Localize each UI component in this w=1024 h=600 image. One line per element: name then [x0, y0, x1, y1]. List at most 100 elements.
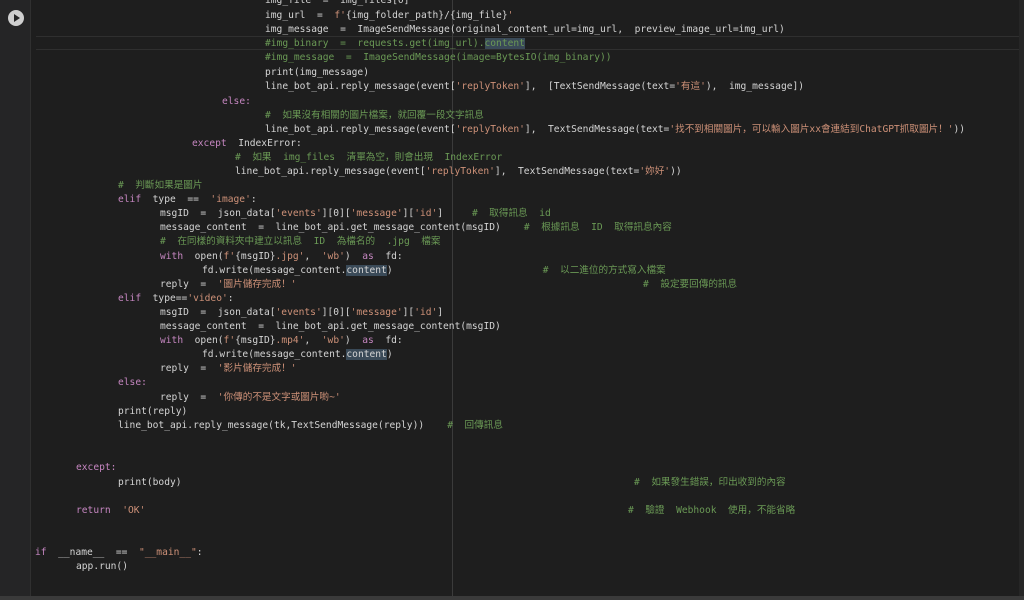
code-token: return: [76, 505, 111, 516]
code-token: reply =: [160, 363, 218, 374]
code-token: ), img_message]): [705, 81, 805, 92]
code-token: # 取得訊息 id: [471, 208, 551, 219]
code-token: message_content = line_bot_api.get_messa…: [160, 222, 524, 233]
code-token: "__main__": [138, 547, 197, 558]
code-token: # 判斷如果是圖片: [118, 180, 203, 191]
code-line: img_url = f'{img_folder_path}/{img_file}…: [265, 10, 513, 22]
code-token: as: [362, 335, 374, 346]
code-token: '妳好': [639, 166, 671, 177]
code-token: 'wb': [321, 335, 345, 346]
code-line: line_bot_api.reply_message(event['replyT…: [235, 166, 682, 178]
code-token: ': [507, 10, 514, 21]
code-line: else:: [118, 377, 147, 389]
code-token: line_bot_api.reply_message(event[: [235, 166, 426, 177]
code-token: img_file: [265, 0, 312, 6]
code-token: ]: [437, 307, 444, 318]
code-token: {msgID}: [235, 335, 276, 346]
code-token: fd.write(message_content.: [202, 349, 347, 360]
code-token: '找不到相關圖片，可以輸入圖片xx會連結到ChatGPT抓取圖片！': [669, 124, 954, 135]
code-token: print(reply): [118, 406, 188, 417]
code-line: # 在同樣的資料夾中建立以訊息 ID 為檔名的 .jpg 檔案: [160, 236, 440, 248]
code-line: # 驗證 Webhook 使用，不能省略: [628, 505, 795, 517]
code-token: ): [386, 349, 393, 360]
code-line: message_content = line_bot_api.get_messa…: [160, 321, 501, 333]
code-token: ], [TextSendMessage(text=: [524, 81, 676, 92]
code-token: msgID = json_data[: [160, 307, 276, 318]
code-token: with: [160, 335, 184, 346]
code-token: '你傳的不是文字或圖片喲~': [217, 392, 341, 403]
code-token: '圖片儲存完成！': [217, 279, 297, 290]
code-token: __name__ ==: [46, 547, 139, 558]
code-token: open(: [183, 251, 224, 262]
horizontal-scrollbar[interactable]: [0, 596, 1024, 600]
code-token: app.run(): [76, 561, 128, 572]
code-line: line_bot_api.reply_message(event['replyT…: [265, 124, 965, 136]
code-token: # 設定要回傳的訊息: [643, 279, 738, 290]
code-line: with open(f'{msgID}.jpg', 'wb') as fd:: [160, 251, 403, 263]
code-token: except:: [76, 462, 117, 473]
code-line: reply = '圖片儲存完成！' # 設定要回傳的訊息: [160, 279, 737, 291]
code-token: # 以二進位的方式寫入檔案: [542, 265, 666, 276]
code-token: ][: [402, 307, 415, 318]
code-line: fd.write(message_content.content) # 以二進位…: [202, 265, 666, 277]
code-token: 'id': [414, 208, 438, 219]
code-token: # 如果發生錯誤，印出收到的內容: [634, 477, 786, 488]
code-token: .mp4': [275, 335, 305, 346]
code-token: ], TextSendMessage(text=: [494, 166, 640, 177]
code-token: :: [227, 293, 234, 304]
code-token: print(img_message): [265, 67, 369, 78]
code-line: print(body): [118, 477, 182, 489]
code-token: img_files[0]: [340, 0, 410, 6]
code-area[interactable]: img_file = img_files[0] img_url = f'{img_…: [0, 0, 1024, 596]
code-token: img_message = ImageSendMessage(original_…: [265, 24, 785, 35]
code-token: # 如果沒有相關的圖片檔案，就回覆一段文字訊息: [265, 110, 484, 121]
code-token: 'OK': [122, 505, 146, 516]
code-line: fd.write(message_content.content): [202, 349, 393, 361]
code-token: 'id': [414, 307, 438, 318]
code-token: line_bot_api.reply_message(event[: [265, 81, 456, 92]
code-token: f': [334, 10, 346, 21]
code-line: except IndexError:: [192, 138, 302, 150]
code-token: else:: [118, 377, 147, 388]
code-token: else:: [222, 96, 251, 107]
code-token: ): [344, 251, 363, 262]
code-token: 'events': [275, 307, 322, 318]
code-token: with: [160, 251, 184, 262]
code-token: f': [223, 251, 236, 262]
code-token: {img_folder_path}/{img_file}: [345, 10, 508, 21]
code-token: ,: [304, 335, 322, 346]
code-token: ], TextSendMessage(text=: [524, 124, 670, 135]
code-token: #img_message = ImageSendMessage(image=By…: [265, 52, 612, 63]
code-token: )): [670, 166, 682, 177]
code-line: # 判斷如果是圖片: [118, 180, 202, 192]
code-line: msgID = json_data['events'][0]['message'…: [160, 307, 443, 319]
code-token: IndexError:: [226, 138, 302, 149]
code-token: 'message': [350, 307, 403, 318]
code-line: # 如果沒有相關的圖片檔案，就回覆一段文字訊息: [265, 110, 484, 122]
code-line: return 'OK': [76, 505, 145, 517]
code-line: if __name__ == "__main__":: [35, 547, 203, 559]
code-line: print(img_message): [265, 67, 369, 79]
code-token: open(: [183, 335, 224, 346]
code-line: else:: [222, 96, 251, 108]
code-editor-window: img_file = img_files[0] img_url = f'{img_…: [0, 0, 1024, 600]
code-token: ): [386, 265, 543, 276]
code-line: #img_message = ImageSendMessage(image=By…: [265, 52, 612, 64]
code-token: # 如果 img_files 清單為空，則會出現 IndexError: [235, 152, 503, 163]
code-token: content: [484, 38, 525, 49]
code-token: 'replyToken': [425, 166, 495, 177]
code-token: 'replyToken': [455, 124, 525, 135]
code-line: reply = '你傳的不是文字或圖片喲~': [160, 392, 341, 404]
code-line: img_file = img_files[0]: [265, 0, 409, 7]
vertical-scrollbar[interactable]: [1019, 0, 1024, 596]
code-token: msgID = json_data[: [160, 208, 276, 219]
code-token: as: [362, 251, 374, 262]
code-token: # 在同樣的資料夾中建立以訊息 ID 為檔名的 .jpg 檔案: [160, 236, 441, 247]
code-line: # 如果發生錯誤，印出收到的內容: [634, 477, 786, 489]
code-token: :: [250, 194, 257, 205]
code-token: )): [953, 124, 966, 135]
code-line: elif type=='video':: [118, 293, 234, 305]
code-token: # 回傳訊息: [447, 420, 503, 431]
